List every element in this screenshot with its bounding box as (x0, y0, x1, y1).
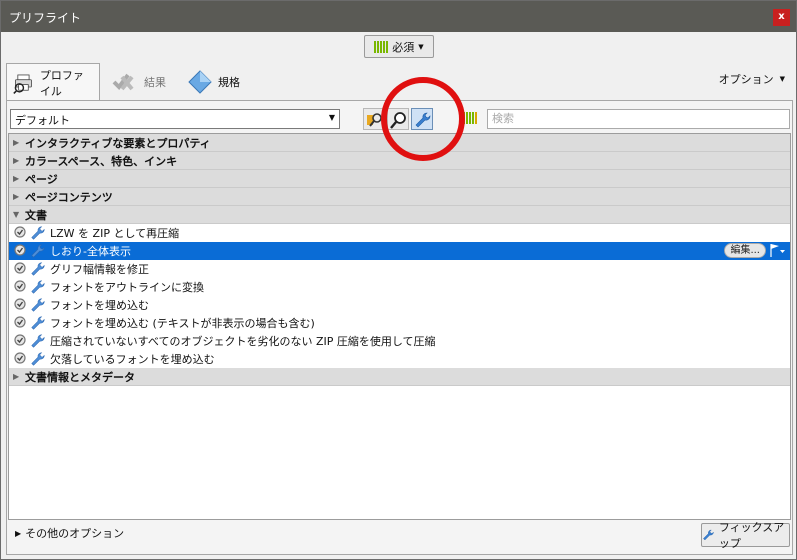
fixup-item[interactable]: LZW を ZIP として再圧縮 (9, 224, 790, 242)
group-label: ページコンテンツ (25, 190, 113, 204)
options-label: オプション (718, 73, 774, 86)
group-label: 文書情報とメタデータ (25, 370, 135, 384)
bar-chart-icon (463, 112, 477, 124)
check-magnifier-icon (14, 226, 26, 238)
fixup-item[interactable]: 欠落しているフォントを埋め込む (9, 350, 790, 368)
check-marks-icon (112, 73, 134, 91)
more-options-label: その他のオプション (25, 527, 125, 540)
tab-results[interactable]: 結果 (106, 63, 176, 101)
more-options-toggle[interactable]: ▶ その他のオプション (15, 525, 124, 541)
expand-arrow-icon[interactable]: ▶ (13, 174, 25, 183)
group-row[interactable]: ▶ ページ (9, 170, 790, 188)
preflight-window: プリフライト x 必須 ▼ プロファイル 結果 規格 オプション ▼ デフォルト… (0, 0, 797, 560)
group-label: 文書 (25, 208, 47, 222)
wrench-icon (703, 529, 714, 541)
check-magnifier-icon (14, 244, 26, 256)
fixup-item[interactable]: 圧縮されていないすべてのオブジェクトを劣化のない ZIP 圧縮を使用して圧縮 (9, 332, 790, 350)
group-label: カラースペース、特色、インキ (25, 154, 178, 168)
group-label: インタラクティブな要素とプロパティ (25, 136, 211, 150)
show-fixups-button[interactable] (411, 108, 433, 130)
fixup-item[interactable]: グリフ幅情報を修正 (9, 260, 790, 278)
fixup-item-label: LZW を ZIP として再圧縮 (50, 227, 180, 240)
expand-arrow-icon[interactable]: ▶ (13, 192, 25, 201)
bar-chart-icon (374, 40, 389, 53)
check-magnifier-icon (14, 262, 26, 274)
expand-arrow-icon: ▶ (15, 528, 22, 538)
show-all-button[interactable] (363, 108, 385, 130)
wrench-magnifier-icon (367, 113, 382, 127)
group-label: ページ (25, 172, 58, 186)
tab-bar: プロファイル 結果 規格 オプション ▼ (6, 63, 791, 102)
profile-library-select[interactable]: デフォルト ▼ (10, 109, 340, 129)
expand-arrow-icon[interactable]: ▶ (13, 372, 25, 381)
tab-label: 規格 (218, 76, 240, 89)
group-row[interactable]: ▶ 文書情報とメタデータ (9, 368, 790, 386)
group-row-document[interactable]: ▼ 文書 (9, 206, 790, 224)
group-row[interactable]: ▶ カラースペース、特色、インキ (9, 152, 790, 170)
required-label: 必須 (392, 40, 415, 54)
tab-standards[interactable]: 規格 (182, 63, 252, 101)
document-fixup-items: LZW を ZIP として再圧縮 しおり-全体表示 編集... グリフ幅情報を修正 フォ… (9, 224, 790, 368)
wrench-icon (31, 298, 45, 312)
wrench-icon (31, 316, 45, 330)
fixup-item-label: グリフ幅情報を修正 (50, 263, 149, 276)
fixup-item[interactable]: フォントをアウトラインに変換 (9, 278, 790, 296)
check-magnifier-icon (14, 280, 26, 292)
required-filter-button[interactable]: 必須 ▼ (364, 35, 434, 58)
tab-label: 結果 (144, 76, 166, 89)
expand-arrow-icon[interactable]: ▶ (13, 138, 25, 147)
check-magnifier-icon (14, 352, 26, 364)
diamond-icon (188, 70, 212, 94)
fixup-label: フィックスアップ (718, 521, 785, 550)
fixup-item-label: しおり-全体表示 (50, 245, 131, 258)
options-menu-button[interactable]: オプション ▼ (719, 71, 785, 87)
wrench-icon (31, 226, 45, 240)
fixup-item[interactable]: フォントを埋め込む (9, 296, 790, 314)
check-magnifier-icon (14, 298, 26, 310)
profiles-panel: デフォルト ▼ ▶インタラクテ (6, 100, 793, 555)
title-bar[interactable]: プリフライト x (1, 1, 796, 32)
required-filter-icon-button[interactable] (459, 108, 481, 130)
fixup-item-label: 圧縮されていないすべてのオブジェクトを劣化のない ZIP 圧縮を使用して圧縮 (50, 335, 436, 348)
flag-menu-icon[interactable] (768, 243, 786, 258)
profile-select-value: デフォルト (15, 114, 70, 127)
show-checks-button[interactable] (387, 108, 409, 130)
edit-fixup-button[interactable]: 編集... (724, 243, 766, 258)
caret-down-icon: ▼ (418, 42, 424, 51)
group-row[interactable]: ▶ インタラクティブな要素とプロパティ (9, 134, 790, 152)
tab-profiles[interactable]: プロファイル (6, 63, 100, 102)
fixup-item-label: フォントを埋め込む (50, 299, 149, 312)
tab-label: プロファイル (39, 69, 84, 98)
wrench-icon (31, 352, 45, 366)
wrench-icon (415, 112, 431, 128)
caret-down-icon: ▼ (328, 113, 335, 122)
search-field[interactable] (487, 109, 790, 129)
fixup-item-label: フォントをアウトラインに変換 (50, 281, 204, 294)
search-input[interactable] (492, 112, 785, 125)
close-button[interactable]: x (773, 9, 790, 26)
magnifier-icon (390, 112, 406, 129)
check-magnifier-icon (14, 334, 26, 346)
caret-down-icon: ▼ (779, 75, 785, 83)
group-row[interactable]: ▶ ページコンテンツ (9, 188, 790, 206)
window-title: プリフライト (9, 11, 82, 25)
fixup-item-label: 欠落しているフォントを埋め込む (50, 353, 215, 366)
printer-magnifier-icon (13, 74, 32, 95)
collapse-arrow-icon[interactable]: ▼ (13, 210, 25, 219)
fixup-item[interactable]: しおり-全体表示 編集... (9, 242, 790, 260)
wrench-icon (31, 334, 45, 348)
fixup-item-label: フォントを埋め込む (テキストが非表示の場合も含む) (50, 317, 315, 330)
fixup-button[interactable]: フィックスアップ (701, 521, 790, 550)
wrench-icon (31, 280, 45, 294)
check-magnifier-icon (14, 316, 26, 328)
expand-arrow-icon[interactable]: ▶ (13, 156, 25, 165)
fixup-item[interactable]: フォントを埋め込む (テキストが非表示の場合も含む) (9, 314, 790, 332)
profile-tree-list[interactable]: ▶ インタラクティブな要素とプロパティ ▶ カラースペース、特色、インキ ▶ ページ … (8, 133, 791, 520)
wrench-icon (31, 244, 45, 258)
wrench-icon (31, 262, 45, 276)
